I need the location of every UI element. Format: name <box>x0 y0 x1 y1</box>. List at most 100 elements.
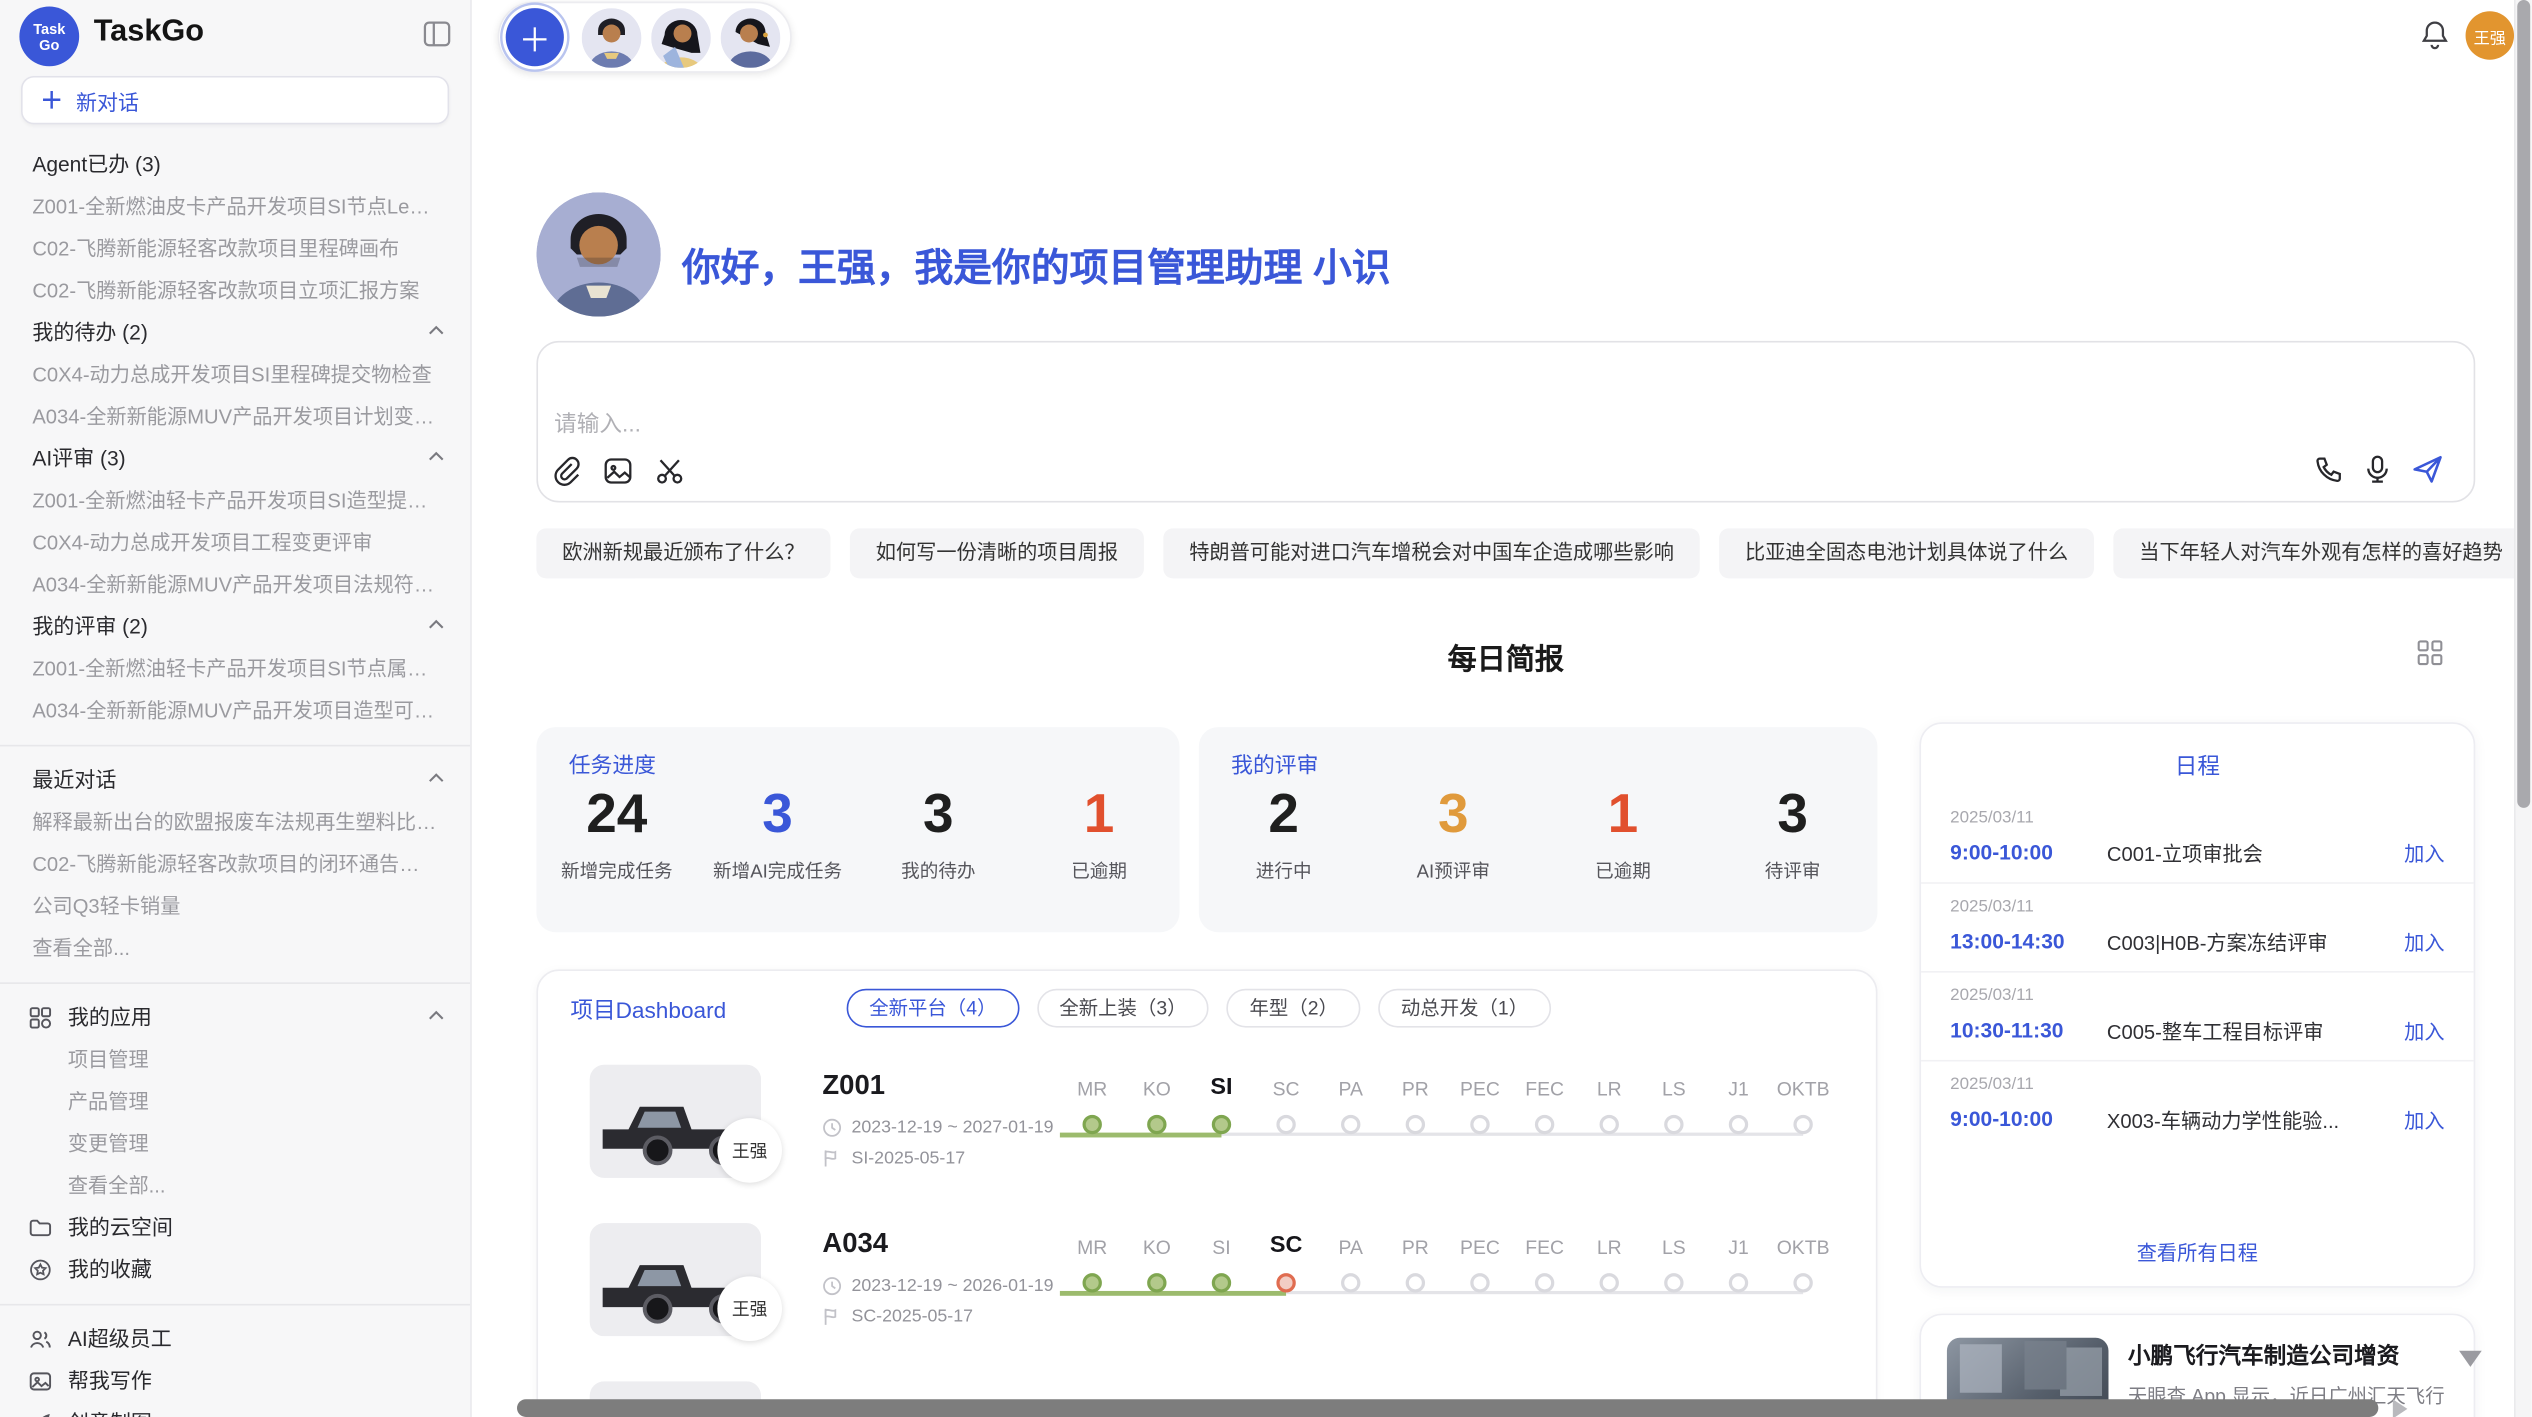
schedule-entry: 2025/03/11 9:00-10:00 C001-立项审批会 加入 <box>1921 795 2474 884</box>
add-agent-button[interactable]: ＋ <box>506 8 564 66</box>
agent-avatar-3[interactable] <box>721 7 781 67</box>
sidebar-item[interactable]: C02-飞腾新能源轻客改款项目立项汇报方案 <box>0 270 470 312</box>
filter-chip[interactable]: 动总开发（1） <box>1378 989 1550 1028</box>
vertical-scrollbar[interactable] <box>2514 0 2532 1417</box>
suggestion-chip[interactable]: 特朗普可能对进口汽车增税会对中国车企造成哪些影响 <box>1163 528 1699 578</box>
agent-avatar-1[interactable] <box>582 7 642 67</box>
suggestion-chip[interactable]: 当下年轻人对汽车外观有怎样的喜好趋势 <box>2113 528 2528 578</box>
scissors-icon[interactable] <box>654 456 685 487</box>
milestone-LS: LS <box>1642 1055 1707 1134</box>
sidebar-item[interactable]: A034-全新新能源MUV产品开发项目法规符合性评审 <box>0 564 470 606</box>
app-item[interactable]: 项目管理 <box>0 1039 470 1081</box>
section-agent-done[interactable]: Agent已办 (3) <box>0 144 470 186</box>
view-all-schedule-link[interactable]: 查看所有日程 <box>1921 1236 2474 1267</box>
chevron-up-icon <box>428 772 444 783</box>
sidebar-item[interactable]: C02-飞腾新能源轻客改款项目里程碑画布 <box>0 228 470 270</box>
clock-icon <box>822 1276 841 1295</box>
dashboard-filters: 全新平台（4） 全新上装（3） 年型（2） 动总开发（1） <box>847 989 1551 1028</box>
app-item[interactable]: 变更管理 <box>0 1123 470 1165</box>
plus-icon: ＋ <box>40 84 63 116</box>
project-dates: 2023-12-19 ~ 2026-01-19 <box>851 1276 1053 1295</box>
filter-chip[interactable]: 年型（2） <box>1227 989 1361 1028</box>
app-item[interactable]: 查看全部... <box>0 1165 470 1207</box>
greeting-text: 你好，王强，我是你的项目管理助理 小识 <box>682 236 1391 293</box>
microphone-icon[interactable] <box>2362 454 2393 485</box>
join-button[interactable]: 加入 <box>2404 1104 2444 1135</box>
send-icon[interactable] <box>2411 452 2445 486</box>
new-chat-button[interactable]: ＋ 新对话 <box>21 76 449 124</box>
schedule-entry: 2025/03/11 10:30-11:30 C005-整车工程目标评审 加入 <box>1921 973 2474 1062</box>
logo-line-1: Task <box>33 20 65 36</box>
folder-icon <box>29 1217 52 1240</box>
stat-item: 3 待评审 <box>1708 782 1878 884</box>
project-row[interactable]: 王强 A034 2023-12-19 ~ 2026-01-19 SC-2025-… <box>538 1213 1876 1371</box>
section-recent-chats[interactable]: 最近对话 <box>0 759 470 801</box>
milestone-PEC: PEC <box>1448 1213 1513 1292</box>
stat-label: AI预评审 <box>1368 858 1538 884</box>
sidebar-item[interactable]: A034-全新新能源MUV产品开发项目造型可行性评审 <box>0 690 470 732</box>
stat-value: 1 <box>1019 782 1180 847</box>
sidebar-item-favorites[interactable]: 我的收藏 <box>0 1249 470 1291</box>
horizontal-scrollbar-thumb[interactable] <box>517 1399 2378 1417</box>
scroll-down-arrow-icon[interactable] <box>2459 1351 2482 1367</box>
layout-grid-icon[interactable] <box>2417 640 2443 666</box>
sidebar-item-ai-super-staff[interactable]: AI超级员工 <box>0 1318 470 1360</box>
suggestion-chip[interactable]: 比亚迪全固态电池计划具体说了什么 <box>1719 528 2094 578</box>
notification-bell-icon[interactable] <box>2420 19 2449 50</box>
milestone-MR: MR <box>1060 1055 1125 1134</box>
app-item[interactable]: 产品管理 <box>0 1081 470 1123</box>
milestone-OKTB: OKTB <box>1771 1213 1836 1292</box>
section-ai-review[interactable]: AI评审 (3) <box>0 438 470 480</box>
section-my-review[interactable]: 我的评审 (2) <box>0 606 470 648</box>
sidebar-item[interactable]: Z001-全新燃油轻卡产品开发项目SI节点属性5D文件评审 <box>0 648 470 690</box>
schedule-entry: 2025/03/11 9:00-10:00 X003-车辆动力学性能验... 加… <box>1921 1062 2474 1149</box>
sidebar-item-help-me-write[interactable]: 帮我写作 <box>0 1360 470 1402</box>
suggestion-chip[interactable]: 如何写一份清晰的项目周报 <box>850 528 1144 578</box>
sidebar-item[interactable]: Z001-全新燃油皮卡产品开发项目SI节点Lesson Learn报告 <box>0 186 470 228</box>
milestone-track: MRKOSISCPAPRPECFECLRLSJ1OKTB <box>1060 1213 1836 1371</box>
stat-label: 进行中 <box>1199 858 1369 884</box>
section-my-todo[interactable]: 我的待办 (2) <box>0 312 470 354</box>
input-left-actions <box>551 456 685 487</box>
scroll-right-arrow-icon[interactable] <box>2393 1399 2408 1417</box>
project-row[interactable]: 王强 Z001 2023-12-19 ~ 2027-01-19 SI-2025-… <box>538 1055 1876 1213</box>
paperclip-icon[interactable] <box>551 456 582 487</box>
sidebar-item[interactable]: C0X4-动力总成开发项目工程变更评审 <box>0 522 470 564</box>
agent-avatar-2[interactable] <box>651 7 711 67</box>
join-button[interactable]: 加入 <box>2404 926 2444 957</box>
recent-chat-item[interactable]: 解释最新出台的欧盟报废车法规再生塑料比例被调至15%... <box>0 801 470 843</box>
stat-item: 24 新增完成任务 <box>536 782 697 884</box>
milestone-KO: KO <box>1125 1055 1190 1134</box>
input-right-actions <box>2314 452 2445 486</box>
recent-chat-item[interactable]: 查看全部... <box>0 927 470 969</box>
chat-input[interactable]: 请输入... <box>536 341 2475 503</box>
stat-label: 已逾期 <box>1019 858 1180 884</box>
milestone-SI: SI <box>1189 1213 1254 1292</box>
recent-chat-items: 解释最新出台的欧盟报废车法规再生塑料比例被调至15%...C02-飞腾新能源轻客… <box>0 801 470 969</box>
section-ai-review-items: Z001-全新燃油轻卡产品开发项目SI造型提交物评审C0X4-动力总成开发项目工… <box>0 480 470 606</box>
sidebar-collapse-icon[interactable] <box>423 21 450 47</box>
sidebar-item[interactable]: Z001-全新燃油轻卡产品开发项目SI造型提交物评审 <box>0 480 470 522</box>
filter-chip[interactable]: 全新平台（4） <box>847 989 1019 1028</box>
vertical-scrollbar-thumb[interactable] <box>2517 0 2530 808</box>
sidebar-item[interactable]: A034-全新新能源MUV产品开发项目计划变更表编写 <box>0 396 470 438</box>
flag-icon <box>822 1149 841 1168</box>
join-button[interactable]: 加入 <box>2404 1015 2444 1046</box>
sidebar-item-cloud-space[interactable]: 我的云空间 <box>0 1207 470 1249</box>
image-icon[interactable] <box>603 456 634 487</box>
user-avatar[interactable]: 王强 <box>2466 11 2514 59</box>
card-title: 我的评审 <box>1231 746 1318 778</box>
sidebar-item[interactable]: C0X4-动力总成开发项目SI里程碑提交物检查 <box>0 354 470 396</box>
filter-chip[interactable]: 全新上装（3） <box>1037 989 1209 1028</box>
sidebar-item-creative-drawing[interactable]: 创意制图 <box>0 1402 470 1417</box>
stat-value: 3 <box>697 782 858 847</box>
suggestion-chip[interactable]: 欧洲新规最近颁布了什么？ <box>536 528 830 578</box>
sidebar-item-my-apps[interactable]: 我的应用 <box>0 997 470 1039</box>
join-button[interactable]: 加入 <box>2404 837 2444 868</box>
dashboard-title: 项目Dashboard <box>570 994 726 1026</box>
stat-value: 3 <box>1708 782 1878 847</box>
section-agent-items: Z001-全新燃油皮卡产品开发项目SI节点Lesson Learn报告C02-飞… <box>0 186 470 312</box>
recent-chat-item[interactable]: 公司Q3轻卡销量 <box>0 885 470 927</box>
recent-chat-item[interactable]: C02-飞腾新能源轻客改款项目的闭环通告反馈情况 <box>0 843 470 885</box>
phone-icon[interactable] <box>2314 454 2345 485</box>
